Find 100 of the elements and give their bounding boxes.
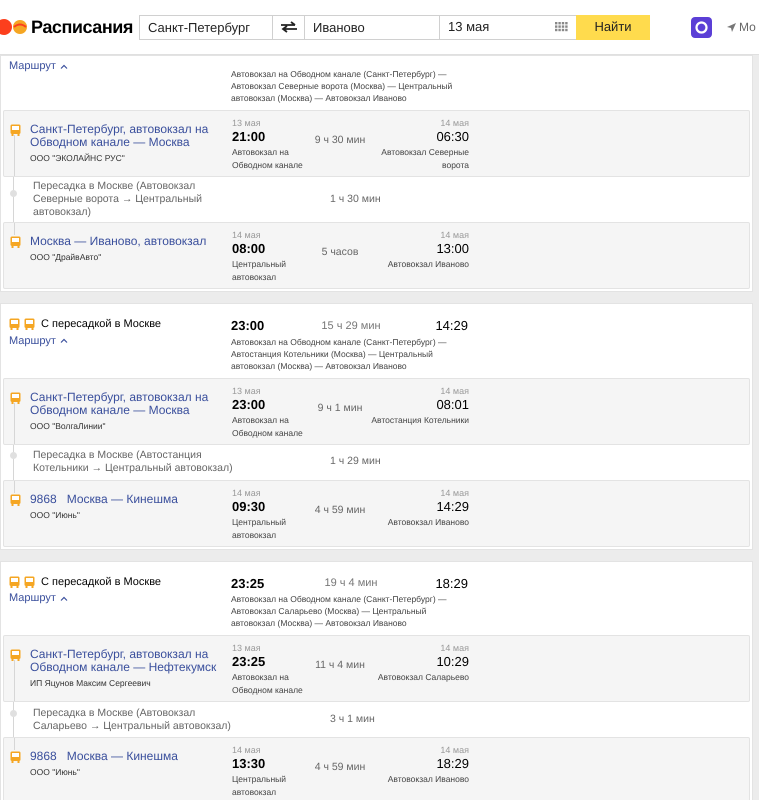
chevron-icon [60,338,68,344]
arrival-station: Автовокзал Иваново [388,773,469,786]
departure-time: 21:00 [232,129,266,145]
route-toggle[interactable]: Маршрут [9,332,68,349]
route-stops-text: Автовокзал на Обводном канале (Санкт-Петербург) — Автостанция Котельники (Москва) — Центральный автовокзал (Москва) — Автовокзал Иваново [231,336,448,372]
trip-title-link[interactable]: Москва — Кинешма [66,750,178,763]
arrival-time: 18:29 [434,574,468,592]
transfer-duration: 1 ч 30 мин [330,192,381,207]
logo-icon [0,19,28,35]
date-field[interactable]: 13 мая [440,14,576,40]
trip-duration: 4 ч 59 мин [314,504,366,516]
carrier-text: ИП Яцунов Максим Сергеевич [30,677,152,690]
arrival-time: 13:00 [436,241,469,257]
carrier-text: ООО "Июнь" [30,766,81,779]
swap-button[interactable] [273,14,305,40]
arrival-date: 14 мая [440,488,469,498]
carrier-text: ООО "Июнь" [30,508,81,522]
arrival-station: Автостанция Котельники [371,414,469,426]
logo-text: Расписания [31,16,133,38]
trip-title-link[interactable]: Санкт-Петербург, автовокзал на Обводном канале — Москва [30,123,232,149]
departure-station: Автовокзал на Обводном канале [232,671,304,697]
search-button[interactable]: Найти [576,14,650,40]
departure-date: 13 мая [232,118,262,129]
bus-icon [10,751,21,763]
location-text[interactable]: Мо [739,18,756,36]
bus-icon [10,124,21,136]
arrival-time: 18:29 [436,756,469,772]
bus-icon [24,318,35,330]
transfer-text: Пересадка в Москве (Автостанция Котельники → Центральный автовокзал) [33,449,233,475]
trip-duration: 9 ч 30 мин [314,134,366,146]
departure-date: 14 мая [232,745,262,756]
trip-title-link[interactable]: Москва — Иваново, автовокзал [30,235,206,248]
chevron-icon [60,596,68,601]
transfer-text: Пересадка в Москве (Автовокзал Северные ворота → Центральный автовокзал) [33,180,203,219]
trip-number-link[interactable]: 9868 [30,492,57,506]
departure-time: 08:00 [232,241,266,257]
arrival-station: Автовокзал Саларьево [378,671,469,684]
transfer-duration: 1 ч 29 мин [330,454,381,470]
departure-time: 13:30 [232,756,266,772]
bus-icon [9,576,20,588]
bus-icon [10,494,21,506]
departure-time: 09:30 [232,498,266,514]
arrival-station: Автовокзал Северные ворота [380,146,469,172]
arrival-time: 10:29 [436,654,469,670]
trip-number-link[interactable]: 9868 [30,750,57,763]
arrival-time: 08:01 [436,396,469,412]
carrier-text: ООО "ВолгаЛинии" [30,420,107,432]
swap-icon [280,21,298,33]
journey-title: С пересадкой в Москве [41,574,162,590]
trip-title-link[interactable]: Санкт-Петербург, автовокзал на Обводном канале — Москва [30,390,232,416]
calendar-icon [555,22,568,32]
bus-icon [10,236,21,248]
to-field[interactable]: Иваново [305,14,440,40]
from-field[interactable]: Санкт-Петербург [139,14,273,40]
arrival-date: 14 мая [440,230,469,241]
app-icon[interactable] [691,16,712,38]
departure-station: Центральный автовокзал [232,773,287,799]
arrival-time: 06:30 [436,129,469,145]
trip-duration: 5 часов [322,246,358,258]
transfer-text: Пересадка в Москве (Автовокзал Саларьево → Центральный автовокзал) [33,706,232,732]
trip-duration: 9 ч 1 мин [318,402,362,414]
carrier-text: ООО "ЭКОЛАЙНС РУС" [30,152,126,165]
transfer-duration: 3 ч 1 мин [330,712,375,727]
arrival-station: Автовокзал Иваново [388,516,469,528]
bus-icon [24,576,35,588]
departure-time: 23:00 [232,396,266,412]
departure-time: 23:25 [231,574,266,592]
journey-title: С пересадкой в Москве [41,317,162,332]
journey-duration: 15 ч 29 мин [320,318,382,334]
departure-date: 14 мая [232,488,262,498]
departure-date: 14 мая [232,230,262,241]
departure-date: 13 мая [232,386,262,396]
arrival-station: Автовокзал Иваново [388,258,469,271]
departure-station: Центральный автовокзал [232,516,287,542]
bus-icon [9,318,20,330]
arrival-date: 14 мая [440,745,469,756]
trip-duration: 11 ч 4 мин [315,659,365,671]
location-icon [727,22,736,32]
trip-title-link[interactable]: Москва — Кинешма [66,492,178,506]
journey-duration: 19 ч 4 мин [323,576,379,591]
bus-icon [10,649,21,661]
trip-duration: 4 ч 59 мин [314,761,366,773]
departure-station: Автовокзал на Обводном канале [232,146,304,172]
route-toggle[interactable]: Маршрут [9,58,68,74]
trip-title-link[interactable]: Санкт-Петербург, автовокзал на Обводном канале — Нефтекумск [30,648,232,674]
route-stops-text: Автовокзал на Обводном канале (Санкт-Петербург) — Автовокзал Саларьево (Москва) — Центральный автовокзал (Москва) — Автовокзал Иваново [231,593,448,629]
arrival-date: 14 мая [440,643,469,654]
departure-time: 23:00 [231,317,266,335]
route-toggle[interactable]: Маршрут [9,590,68,606]
arrival-date: 14 мая [440,386,469,396]
chevron-icon [60,64,68,69]
departure-time: 23:25 [232,654,266,670]
route-stops-text: Автовокзал на Обводном канале (Санкт-Петербург) — Автовокзал Северные ворота (Москва) — Центральный автовокзал (Москва) — Автовокзал Иваново [231,68,454,104]
arrival-time: 14:29 [434,317,468,335]
arrival-date: 14 мая [440,118,469,129]
carrier-text: ООО "ДрайвАвто" [30,251,102,264]
departure-station: Автовокзал на Обводном канале [232,414,304,440]
departure-station: Центральный автовокзал [232,258,287,284]
departure-date: 13 мая [232,643,262,654]
bus-icon [10,392,21,404]
